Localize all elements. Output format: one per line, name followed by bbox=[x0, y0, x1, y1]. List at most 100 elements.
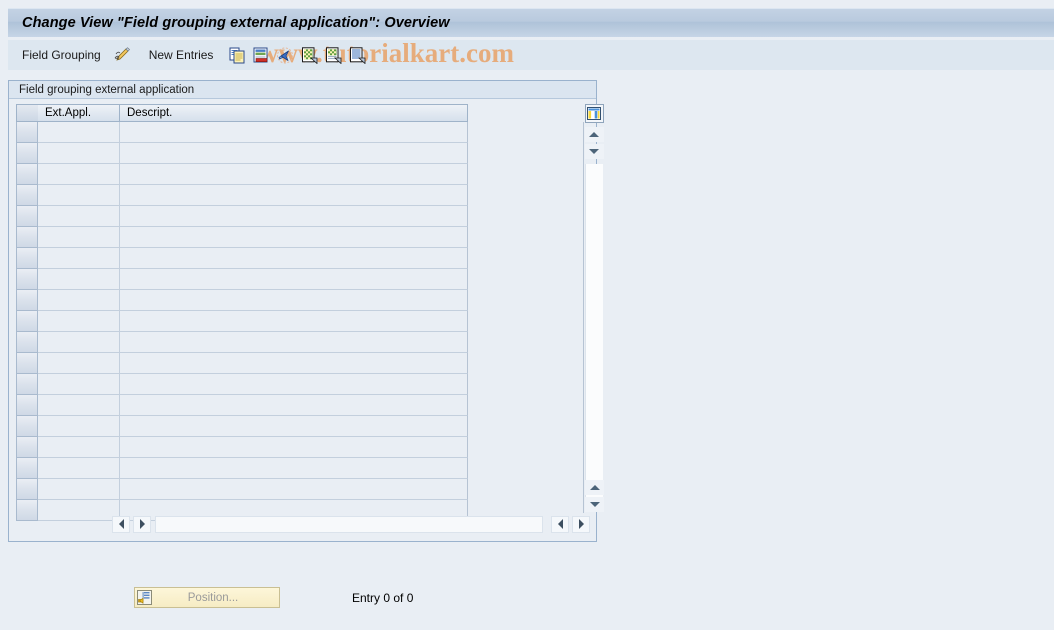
row-selector-button[interactable] bbox=[16, 395, 38, 416]
copy-icon[interactable] bbox=[227, 45, 247, 65]
table-row[interactable] bbox=[16, 248, 468, 269]
table-row[interactable] bbox=[16, 185, 468, 206]
row-selector-button[interactable] bbox=[16, 248, 38, 269]
table-row[interactable] bbox=[16, 416, 468, 437]
row-selector-button[interactable] bbox=[16, 437, 38, 458]
menu-field-grouping[interactable]: Field Grouping bbox=[22, 48, 101, 62]
row-selector-button[interactable] bbox=[16, 458, 38, 479]
row-selector-button[interactable] bbox=[16, 374, 38, 395]
cell-descript[interactable] bbox=[120, 206, 468, 227]
cell-ext-appl[interactable] bbox=[38, 500, 120, 521]
row-selector-button[interactable] bbox=[16, 206, 38, 227]
table-row[interactable] bbox=[16, 374, 468, 395]
cell-descript[interactable] bbox=[120, 416, 468, 437]
cell-ext-appl[interactable] bbox=[38, 206, 120, 227]
cell-descript[interactable] bbox=[120, 227, 468, 248]
cell-descript[interactable] bbox=[120, 122, 468, 143]
table-row[interactable] bbox=[16, 332, 468, 353]
delete-row-icon[interactable] bbox=[251, 45, 271, 65]
cell-descript[interactable] bbox=[120, 269, 468, 290]
cell-ext-appl[interactable] bbox=[38, 122, 120, 143]
cell-ext-appl[interactable] bbox=[38, 332, 120, 353]
cell-descript[interactable] bbox=[120, 458, 468, 479]
deselect-all-icon[interactable] bbox=[347, 45, 367, 65]
cell-ext-appl[interactable] bbox=[38, 437, 120, 458]
cell-descript[interactable] bbox=[120, 395, 468, 416]
scroll-down-icon[interactable] bbox=[584, 144, 604, 159]
column-header-descript[interactable]: Descript. bbox=[120, 104, 468, 122]
cell-ext-appl[interactable] bbox=[38, 227, 120, 248]
pencil-display-change-icon[interactable] bbox=[113, 45, 133, 65]
row-selector-button[interactable] bbox=[16, 164, 38, 185]
row-selector-button[interactable] bbox=[16, 332, 38, 353]
row-selector-button[interactable] bbox=[16, 227, 38, 248]
cell-descript[interactable] bbox=[120, 353, 468, 374]
scroll-left-icon[interactable] bbox=[112, 515, 130, 533]
cell-descript[interactable] bbox=[120, 143, 468, 164]
cell-ext-appl[interactable] bbox=[38, 185, 120, 206]
cell-descript[interactable] bbox=[120, 437, 468, 458]
cell-ext-appl[interactable] bbox=[38, 311, 120, 332]
row-selector-button[interactable] bbox=[16, 269, 38, 290]
table-row[interactable] bbox=[16, 164, 468, 185]
row-selector-button[interactable] bbox=[16, 143, 38, 164]
scroll-right-icon[interactable] bbox=[133, 515, 151, 533]
scroll-up-icon-bottom[interactable] bbox=[585, 480, 604, 495]
cell-ext-appl[interactable] bbox=[38, 458, 120, 479]
column-header-ext-appl[interactable]: Ext.Appl. bbox=[38, 104, 120, 122]
table-row[interactable] bbox=[16, 353, 468, 374]
scroll-up-icon[interactable] bbox=[584, 127, 604, 142]
undo-icon[interactable] bbox=[275, 45, 295, 65]
cell-descript[interactable] bbox=[120, 185, 468, 206]
vertical-scroll-track[interactable] bbox=[585, 164, 603, 497]
scroll-left-icon-secondary[interactable] bbox=[551, 515, 569, 533]
cell-descript[interactable] bbox=[120, 311, 468, 332]
row-selector-button[interactable] bbox=[16, 479, 38, 500]
table-row[interactable] bbox=[16, 479, 468, 500]
table-row[interactable] bbox=[16, 122, 468, 143]
page-title: Change View "Field grouping external app… bbox=[22, 15, 450, 31]
cell-descript[interactable] bbox=[120, 479, 468, 500]
cell-ext-appl[interactable] bbox=[38, 143, 120, 164]
row-selector-button[interactable] bbox=[16, 311, 38, 332]
cell-ext-appl[interactable] bbox=[38, 395, 120, 416]
row-selector-button[interactable] bbox=[16, 353, 38, 374]
column-configuration-icon[interactable] bbox=[584, 104, 604, 123]
table-row[interactable] bbox=[16, 206, 468, 227]
cell-ext-appl[interactable] bbox=[38, 416, 120, 437]
table-row[interactable] bbox=[16, 437, 468, 458]
table-row[interactable] bbox=[16, 269, 468, 290]
cell-descript[interactable] bbox=[120, 248, 468, 269]
cell-descript[interactable] bbox=[120, 290, 468, 311]
cell-descript[interactable] bbox=[120, 374, 468, 395]
row-selector-button[interactable] bbox=[16, 290, 38, 311]
row-selector-button[interactable] bbox=[16, 185, 38, 206]
cell-ext-appl[interactable] bbox=[38, 248, 120, 269]
cell-ext-appl[interactable] bbox=[38, 353, 120, 374]
select-all-column-header[interactable] bbox=[16, 104, 38, 122]
cell-ext-appl[interactable] bbox=[38, 269, 120, 290]
select-all-icon[interactable] bbox=[299, 45, 319, 65]
table-header-filler bbox=[468, 104, 584, 122]
cell-ext-appl[interactable] bbox=[38, 479, 120, 500]
cell-ext-appl[interactable] bbox=[38, 374, 120, 395]
table-row[interactable] bbox=[16, 458, 468, 479]
cell-ext-appl[interactable] bbox=[38, 290, 120, 311]
horizontal-scroll-track[interactable] bbox=[155, 515, 543, 533]
position-button[interactable]: Position... bbox=[134, 587, 280, 608]
row-selector-button[interactable] bbox=[16, 122, 38, 143]
table-row[interactable] bbox=[16, 290, 468, 311]
table-row[interactable] bbox=[16, 143, 468, 164]
table-row[interactable] bbox=[16, 227, 468, 248]
cell-ext-appl[interactable] bbox=[38, 164, 120, 185]
horizontal-scrollbar[interactable] bbox=[112, 515, 590, 533]
row-selector-button[interactable] bbox=[16, 500, 38, 521]
table-row[interactable] bbox=[16, 311, 468, 332]
table-row[interactable] bbox=[16, 395, 468, 416]
scroll-down-icon-bottom[interactable] bbox=[585, 497, 604, 512]
select-block-icon[interactable] bbox=[323, 45, 343, 65]
cell-descript[interactable] bbox=[120, 164, 468, 185]
cell-descript[interactable] bbox=[120, 332, 468, 353]
new-entries-button[interactable]: New Entries bbox=[149, 48, 214, 62]
row-selector-button[interactable] bbox=[16, 416, 38, 437]
